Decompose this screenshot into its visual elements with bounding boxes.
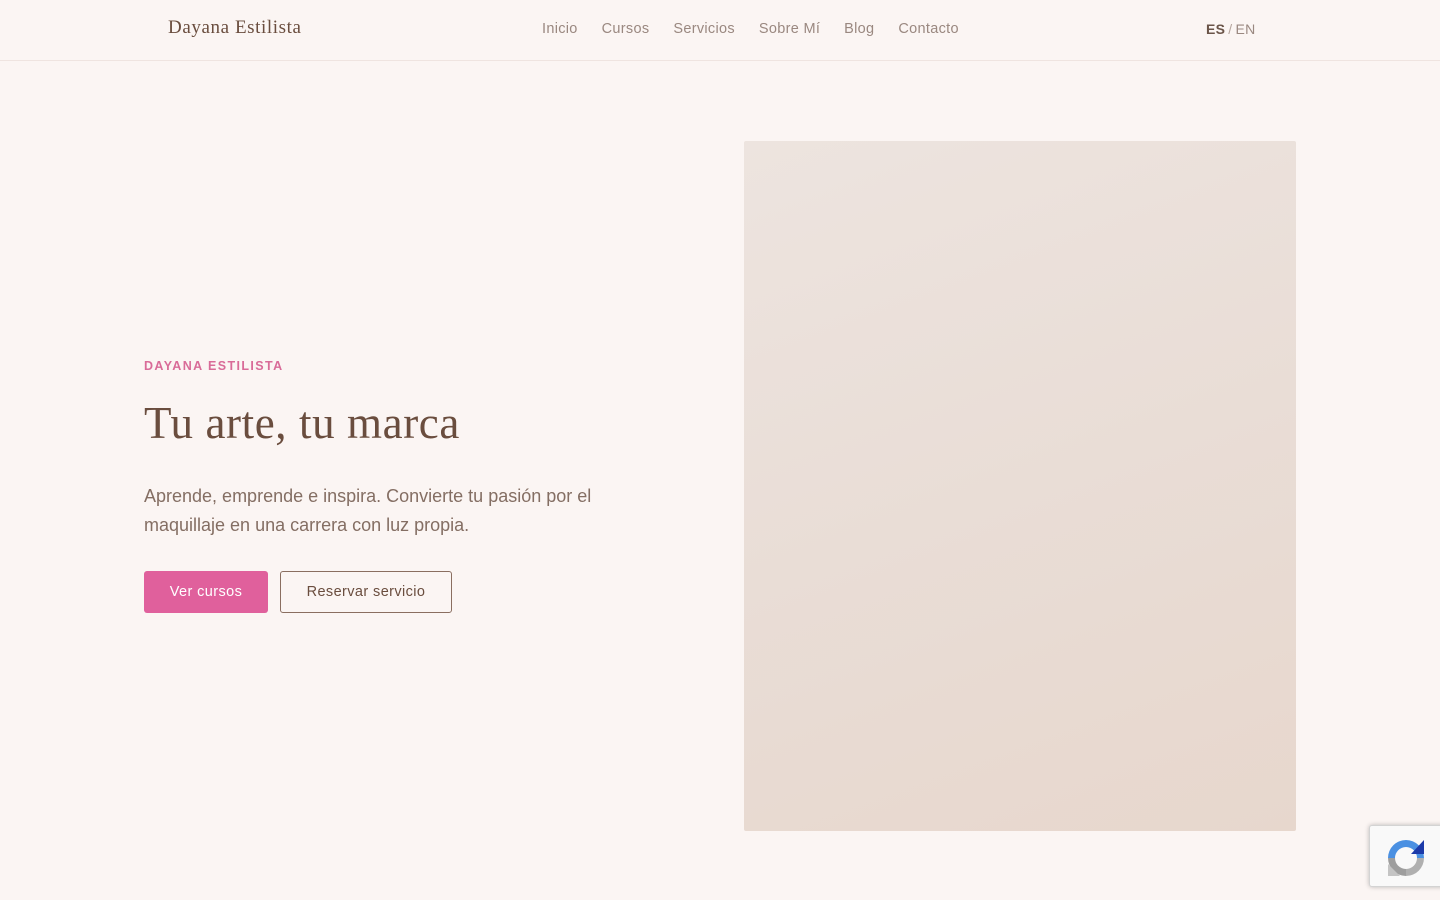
hero-title: Tu arte, tu marca bbox=[144, 398, 460, 448]
nav-item-servicios[interactable]: Servicios bbox=[673, 21, 735, 37]
language-switcher: ES / EN bbox=[1206, 21, 1256, 37]
nav-item-blog[interactable]: Blog bbox=[844, 21, 874, 37]
lang-separator: / bbox=[1228, 21, 1233, 37]
ver-cursos-button[interactable]: Ver cursos bbox=[144, 571, 268, 613]
nav-item-sobre-mi[interactable]: Sobre Mí bbox=[759, 21, 820, 37]
site-header: Dayana Estilista Inicio Cursos Servicios… bbox=[0, 0, 1440, 61]
lang-es-link[interactable]: ES bbox=[1206, 21, 1225, 37]
hero-eyebrow: DAYANA ESTILISTA bbox=[144, 359, 284, 373]
recaptcha-icon bbox=[1388, 840, 1424, 876]
nav-item-inicio[interactable]: Inicio bbox=[542, 21, 578, 37]
nav-item-contacto[interactable]: Contacto bbox=[898, 21, 958, 37]
hero-image bbox=[744, 141, 1296, 831]
hero-description: Aprende, emprende e inspira. Convierte t… bbox=[144, 486, 592, 535]
site-logo[interactable]: Dayana Estilista bbox=[168, 17, 302, 39]
recaptcha-badge[interactable] bbox=[1369, 825, 1440, 887]
lang-en-link[interactable]: EN bbox=[1235, 21, 1255, 37]
reservar-servicio-button[interactable]: Reservar servicio bbox=[280, 571, 452, 613]
nav-item-cursos[interactable]: Cursos bbox=[602, 21, 650, 37]
main-nav: Inicio Cursos Servicios Sobre Mí Blog Co… bbox=[542, 21, 959, 37]
